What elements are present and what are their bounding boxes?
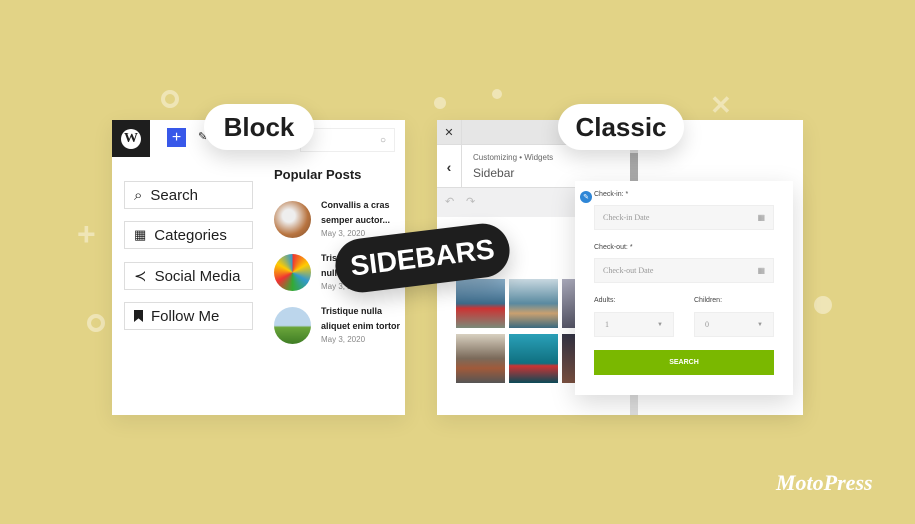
booking-form-widget: ✎ Check-in: * Check-in Date ▦ Check-out: … [575,181,793,395]
post-thumbnail[interactable] [274,201,311,238]
adults-select[interactable]: 1 ▼ [594,312,674,337]
scrollbar-thumb[interactable] [630,153,638,183]
decor-ring [161,90,179,108]
widget-social-media[interactable]: ≺ Social Media [124,262,253,290]
decor-ring [87,314,105,332]
decor-dot [434,97,446,109]
checkout-date-input[interactable]: Check-out Date ▦ [594,258,774,283]
close-button[interactable]: ✕ [437,120,462,145]
widget-label: Social Media [154,267,241,285]
widget-follow-me[interactable]: Follow Me [124,302,253,330]
classic-badge: Classic [558,104,684,150]
children-select[interactable]: 0 ▼ [694,312,774,337]
bookmark-icon [134,310,143,322]
post-title[interactable]: Tristique nulla aliquet enim tortor [321,304,406,334]
breadcrumb: Customizing • Widgets [473,153,554,162]
decor-dot [492,89,502,99]
wordpress-logo[interactable]: W [112,120,150,157]
redo-icon[interactable]: ↷ [466,195,475,208]
checkin-label: Check-in: * [594,191,629,198]
post-date: May 3, 2020 [321,335,366,344]
decor-dot [814,296,832,314]
edit-widget-icon[interactable]: ✎ [580,191,592,203]
adults-label: Adults: [594,297,616,304]
share-icon: ≺ [134,268,147,285]
decor-plus-icon: + [77,216,96,252]
checkin-date-input[interactable]: Check-in Date ▦ [594,205,774,230]
grid-icon: ▦ [134,227,147,242]
checkout-label: Check-out: * [594,244,633,251]
widget-search[interactable]: ⌕ Search [124,181,253,209]
popular-posts-title: Popular Posts [274,167,362,182]
undo-icon[interactable]: ↶ [445,195,454,208]
chevron-down-icon: ▼ [657,321,663,328]
wordpress-icon: W [121,128,141,149]
post-thumbnail[interactable] [274,254,311,291]
gallery-image[interactable] [509,334,558,383]
search-button[interactable]: SEARCH [594,350,774,375]
back-button[interactable]: ‹ [437,145,462,188]
gallery-image[interactable] [456,279,505,328]
add-block-button[interactable]: + [167,128,186,147]
post-thumbnail[interactable] [274,307,311,344]
children-label: Children: [694,297,723,304]
calendar-icon: ▦ [757,213,765,222]
section-title: Sidebar [473,166,515,180]
search-icon: ⌕ [134,186,143,204]
widget-label: Follow Me [151,307,220,325]
widget-label: Search [150,186,198,204]
motopress-logo: MotoPress [776,470,873,495]
post-date: May 3, 2020 [321,229,366,238]
decor-x-icon: ✕ [710,90,732,120]
post-title[interactable]: Convallis a cras semper auctor... [321,198,401,228]
gallery-image[interactable] [456,334,505,383]
search-icon: ○ [379,134,386,146]
widget-label: Categories [154,226,227,244]
gallery-image[interactable] [509,279,558,328]
chevron-down-icon: ▼ [757,321,763,328]
calendar-icon: ▦ [757,266,765,275]
block-badge: Block [204,104,314,150]
widget-categories[interactable]: ▦ Categories [124,221,253,249]
search-input[interactable]: ○ [300,128,395,152]
